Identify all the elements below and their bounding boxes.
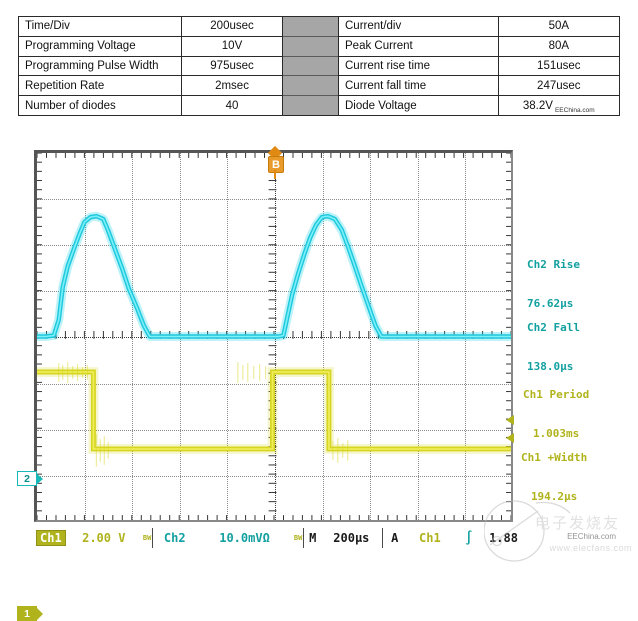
parameter-table-left: Time/Div 200usec Programming Voltage 10V… (18, 16, 283, 116)
table-cell-value: 247usec (499, 76, 619, 95)
table-row: Diode Voltage 38.2V EEChina.com (339, 96, 619, 115)
watermark-url-text: www.elecfans.com (549, 543, 632, 553)
table-cell-value: 10V (182, 37, 282, 56)
table-cell-value: 40 (182, 96, 282, 115)
trigger-stem (274, 170, 276, 179)
table-cell-value: 38.2V EEChina.com (499, 96, 619, 115)
oscilloscope-screen: 2 1 B Ch2 Rise 76.62µs Ch2 Fall 138.0µs … (0, 140, 638, 569)
table-cell-value: 80A (499, 37, 619, 56)
scope-graticule (34, 150, 513, 522)
table-cell-value: 200usec (182, 17, 282, 36)
table-spacer-cell (283, 17, 338, 37)
ch1-chip-label[interactable]: Ch1 (36, 530, 66, 546)
ch2-settings-segment[interactable]: 10.0mVΩ BW (196, 528, 304, 548)
table-cell-value: 151usec (499, 57, 619, 76)
trigger-source-label: Ch1 (419, 531, 441, 545)
trigger-position-marker[interactable]: B (266, 148, 284, 180)
table-row: Time/Div 200usec (19, 17, 282, 37)
trigger-coupling-value: A (391, 531, 398, 545)
readout-value: 194.2µs (521, 490, 587, 503)
readout-label: Ch2 Rise (527, 258, 580, 271)
table-row: Peak Current 80A (339, 37, 619, 57)
cursor-arrow-lower[interactable] (506, 433, 514, 443)
table-spacer-cell (283, 57, 338, 77)
table-row: Current fall time 247usec (339, 76, 619, 96)
table-cell-value: 50A (499, 17, 619, 36)
table-cell-label: Current fall time (339, 76, 499, 95)
table-cell-label: Current rise time (339, 57, 499, 76)
ch1-bandwidth-limit-icon: BW (143, 535, 151, 542)
trigger-label: B (268, 156, 284, 173)
readout-label: Ch1 +Width (521, 451, 587, 464)
table-row: Repetition Rate 2msec (19, 76, 282, 96)
timebase-prefix: M (309, 531, 316, 545)
ch1-settings-segment[interactable]: Ch1 2.00 V BW (34, 528, 153, 548)
table-row: Number of diodes 40 (19, 96, 282, 115)
readout-ch1-width: Ch1 +Width 194.2µs (521, 425, 587, 529)
timebase-mode-label: M (304, 528, 321, 548)
trigger-coupling-label: A (383, 528, 407, 548)
trigger-slope-icon: ∫ (465, 531, 473, 546)
ch1-waveform-trace (37, 153, 511, 520)
table-cell-label: Current/div (339, 17, 499, 36)
watermark-site-text: EEChina.com (567, 532, 616, 541)
ch1-volts-per-div: 2.00 V (66, 531, 142, 545)
ch2-chip-segment[interactable]: Ch2 (153, 528, 196, 548)
cursor-arrow-upper[interactable] (506, 415, 514, 425)
table-cell-value: 2msec (182, 76, 282, 95)
table-cell-label: Number of diodes (19, 96, 182, 115)
table-cell-label: Programming Pulse Width (19, 57, 182, 76)
table-spacer-column (283, 16, 338, 116)
table-spacer-cell (283, 96, 338, 115)
timebase-segment[interactable]: 200µs (321, 528, 383, 548)
trigger-segment[interactable]: Ch1 ∫ (407, 528, 485, 548)
readout-label: Ch1 Period (523, 388, 589, 401)
trigger-level-segment[interactable]: 1.88 (485, 528, 518, 548)
ch2-chip-label[interactable]: Ch2 (164, 531, 186, 545)
table-spacer-cell (283, 76, 338, 96)
parameter-table: Time/Div 200usec Programming Voltage 10V… (18, 16, 620, 116)
diode-voltage-value: 38.2V (523, 100, 553, 112)
timebase-value: 200µs (333, 531, 369, 545)
table-cell-label: Diode Voltage (339, 96, 499, 115)
ch1-channel-marker[interactable]: 1 (17, 606, 37, 621)
ch2-volts-per-div: 10.0mVΩ (196, 531, 293, 545)
table-cell-label: Peak Current (339, 37, 499, 56)
table-row: Programming Voltage 10V (19, 37, 282, 57)
table-row: Current rise time 151usec (339, 57, 619, 77)
table-cell-label: Repetition Rate (19, 76, 182, 95)
ch2-bandwidth-limit-icon: BW (294, 535, 302, 542)
table-cell-value: 975usec (182, 57, 282, 76)
inline-watermark: EEChina.com (555, 107, 595, 115)
parameter-table-right: Current/div 50A Peak Current 80A Current… (338, 16, 620, 116)
table-row: Programming Pulse Width 975usec (19, 57, 282, 77)
table-spacer-cell (283, 37, 338, 57)
scope-status-bar: Ch1 2.00 V BW Ch2 10.0mVΩ BW M 200µs A C… (34, 528, 518, 548)
table-row: Current/div 50A (339, 17, 619, 37)
readout-label: Ch2 Fall (527, 321, 580, 334)
ch2-channel-marker[interactable]: 2 (17, 471, 37, 486)
table-cell-label: Time/Div (19, 17, 182, 36)
table-cell-label: Programming Voltage (19, 37, 182, 56)
trigger-level-value: 1.88 (489, 531, 518, 545)
